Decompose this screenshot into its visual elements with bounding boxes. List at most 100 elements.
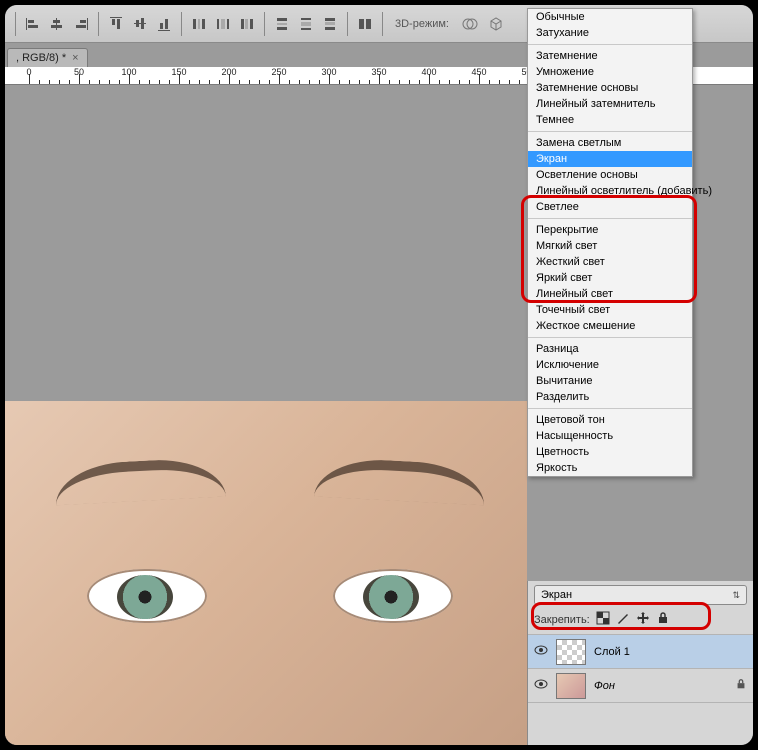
ruler-tick-minor <box>149 80 150 84</box>
align-top-icon[interactable] <box>105 13 127 35</box>
ruler-tick-minor <box>519 80 520 84</box>
blend-mode-option[interactable]: Замена светлым <box>528 135 692 151</box>
ruler-tick-minor <box>359 80 360 84</box>
distribute-v1-icon[interactable] <box>271 13 293 35</box>
toolbar-separator <box>15 12 16 36</box>
layer-row[interactable]: Фон <box>528 669 753 703</box>
ruler-label: 300 <box>321 67 336 77</box>
lock-move-icon[interactable] <box>636 611 650 628</box>
layer-visibility-icon[interactable] <box>534 677 548 694</box>
ruler-tick-minor <box>419 80 420 84</box>
ruler-tick-minor <box>319 80 320 84</box>
ruler-tick-minor <box>139 80 140 84</box>
blend-mode-option[interactable]: Вычитание <box>528 373 692 389</box>
blend-mode-option[interactable]: Линейный осветлитель (добавить) <box>528 183 692 199</box>
blend-mode-option[interactable]: Исключение <box>528 357 692 373</box>
document-tab[interactable]: , RGB/8) * × <box>7 48 88 67</box>
toolbar-separator <box>181 12 182 36</box>
close-tab-icon[interactable]: × <box>72 52 78 64</box>
toolbar-separator <box>98 12 99 36</box>
ruler-tick-minor <box>289 80 290 84</box>
blend-mode-option[interactable]: Мягкий свет <box>528 238 692 254</box>
blend-mode-select[interactable]: Экран ⇅ <box>534 585 747 605</box>
ruler-tick-minor <box>349 80 350 84</box>
blend-mode-option[interactable]: Светлее <box>528 199 692 215</box>
blend-mode-option[interactable]: Точечный свет <box>528 302 692 318</box>
blend-mode-option[interactable]: Обычные <box>528 9 692 25</box>
blend-mode-option[interactable]: Экран <box>528 151 692 167</box>
distribute-h1-icon[interactable] <box>188 13 210 35</box>
blend-mode-option[interactable]: Перекрытие <box>528 222 692 238</box>
blend-mode-option[interactable]: Цветовой тон <box>528 412 692 428</box>
ruler-tick-minor <box>299 80 300 84</box>
ruler-tick-minor <box>399 80 400 84</box>
layers-panel: Экран ⇅ Закрепить: Слой 1Фон <box>527 581 753 745</box>
ruler-tick-minor <box>159 80 160 84</box>
menu-separator <box>528 337 692 338</box>
blend-mode-option[interactable]: Цветность <box>528 444 692 460</box>
ruler-tick-minor <box>499 80 500 84</box>
blend-mode-option[interactable]: Линейный затемнитель <box>528 96 692 112</box>
app-frame: 3D-режим: , RGB/8) * × 05010015020025030… <box>3 3 755 747</box>
ruler-tick-minor <box>459 80 460 84</box>
auto-align-icon[interactable] <box>354 13 376 35</box>
blend-mode-option[interactable]: Разделить <box>528 389 692 405</box>
blend-mode-option[interactable]: Затемнение <box>528 48 692 64</box>
align-center-h-icon[interactable] <box>46 13 68 35</box>
mode-3d-sphere-icon[interactable] <box>459 13 481 35</box>
distribute-v3-icon[interactable] <box>319 13 341 35</box>
ruler-label: 250 <box>271 67 286 77</box>
chevron-updown-icon: ⇅ <box>732 590 740 601</box>
blend-mode-option[interactable]: Яркость <box>528 460 692 476</box>
lock-transparent-icon[interactable] <box>596 611 610 628</box>
ruler-tick-minor <box>209 80 210 84</box>
blend-mode-option[interactable]: Затухание <box>528 25 692 41</box>
blend-mode-option[interactable]: Умножение <box>528 64 692 80</box>
layer-thumbnail <box>556 673 586 699</box>
align-right-icon[interactable] <box>70 13 92 35</box>
mode-3d-cube-icon[interactable] <box>485 13 507 35</box>
blend-mode-dropdown[interactable]: ОбычныеЗатухание ЗатемнениеУмножениеЗатем… <box>527 8 693 477</box>
blend-mode-option[interactable]: Жесткое смешение <box>528 318 692 334</box>
blend-mode-option[interactable]: Линейный свет <box>528 286 692 302</box>
menu-separator <box>528 131 692 132</box>
align-bottom-icon[interactable] <box>153 13 175 35</box>
ruler-tick-minor <box>449 80 450 84</box>
ruler-tick-minor <box>119 80 120 84</box>
image-detail <box>333 569 453 623</box>
lock-all-icon[interactable] <box>656 611 670 628</box>
layer-row[interactable]: Слой 1 <box>528 635 753 669</box>
ruler-tick-minor <box>59 80 60 84</box>
ruler-label: 0 <box>26 67 31 77</box>
ruler-tick-minor <box>509 80 510 84</box>
ruler-tick-minor <box>269 80 270 84</box>
layer-name: Фон <box>594 680 615 692</box>
align-middle-v-icon[interactable] <box>129 13 151 35</box>
layers-list: Слой 1 Фон <box>528 635 753 703</box>
ruler-label: 350 <box>371 67 386 77</box>
lock-brush-icon[interactable] <box>616 611 630 628</box>
distribute-h3-icon[interactable] <box>236 13 258 35</box>
image-placeholder <box>5 401 527 745</box>
document-tab-label: , RGB/8) * <box>16 52 66 64</box>
blend-mode-option[interactable]: Темнее <box>528 112 692 128</box>
ruler-label: 400 <box>421 67 436 77</box>
blend-mode-option[interactable]: Насыщенность <box>528 428 692 444</box>
toolbar-separator <box>264 12 265 36</box>
blend-mode-option[interactable]: Затемнение основы <box>528 80 692 96</box>
ruler-label: 150 <box>171 67 186 77</box>
ruler-tick-minor <box>169 80 170 84</box>
distribute-h2-icon[interactable] <box>212 13 234 35</box>
blend-mode-option[interactable]: Жесткий свет <box>528 254 692 270</box>
distribute-v2-icon[interactable] <box>295 13 317 35</box>
blend-mode-option[interactable]: Осветление основы <box>528 167 692 183</box>
layer-visibility-icon[interactable] <box>534 643 548 660</box>
image-detail <box>54 457 226 506</box>
ruler-label: 50 <box>74 67 84 77</box>
canvas-area[interactable] <box>5 85 527 745</box>
ruler-tick-minor <box>109 80 110 84</box>
blend-mode-option[interactable]: Разница <box>528 341 692 357</box>
blend-mode-row: Экран ⇅ <box>528 581 753 609</box>
align-left-icon[interactable] <box>22 13 44 35</box>
blend-mode-option[interactable]: Яркий свет <box>528 270 692 286</box>
